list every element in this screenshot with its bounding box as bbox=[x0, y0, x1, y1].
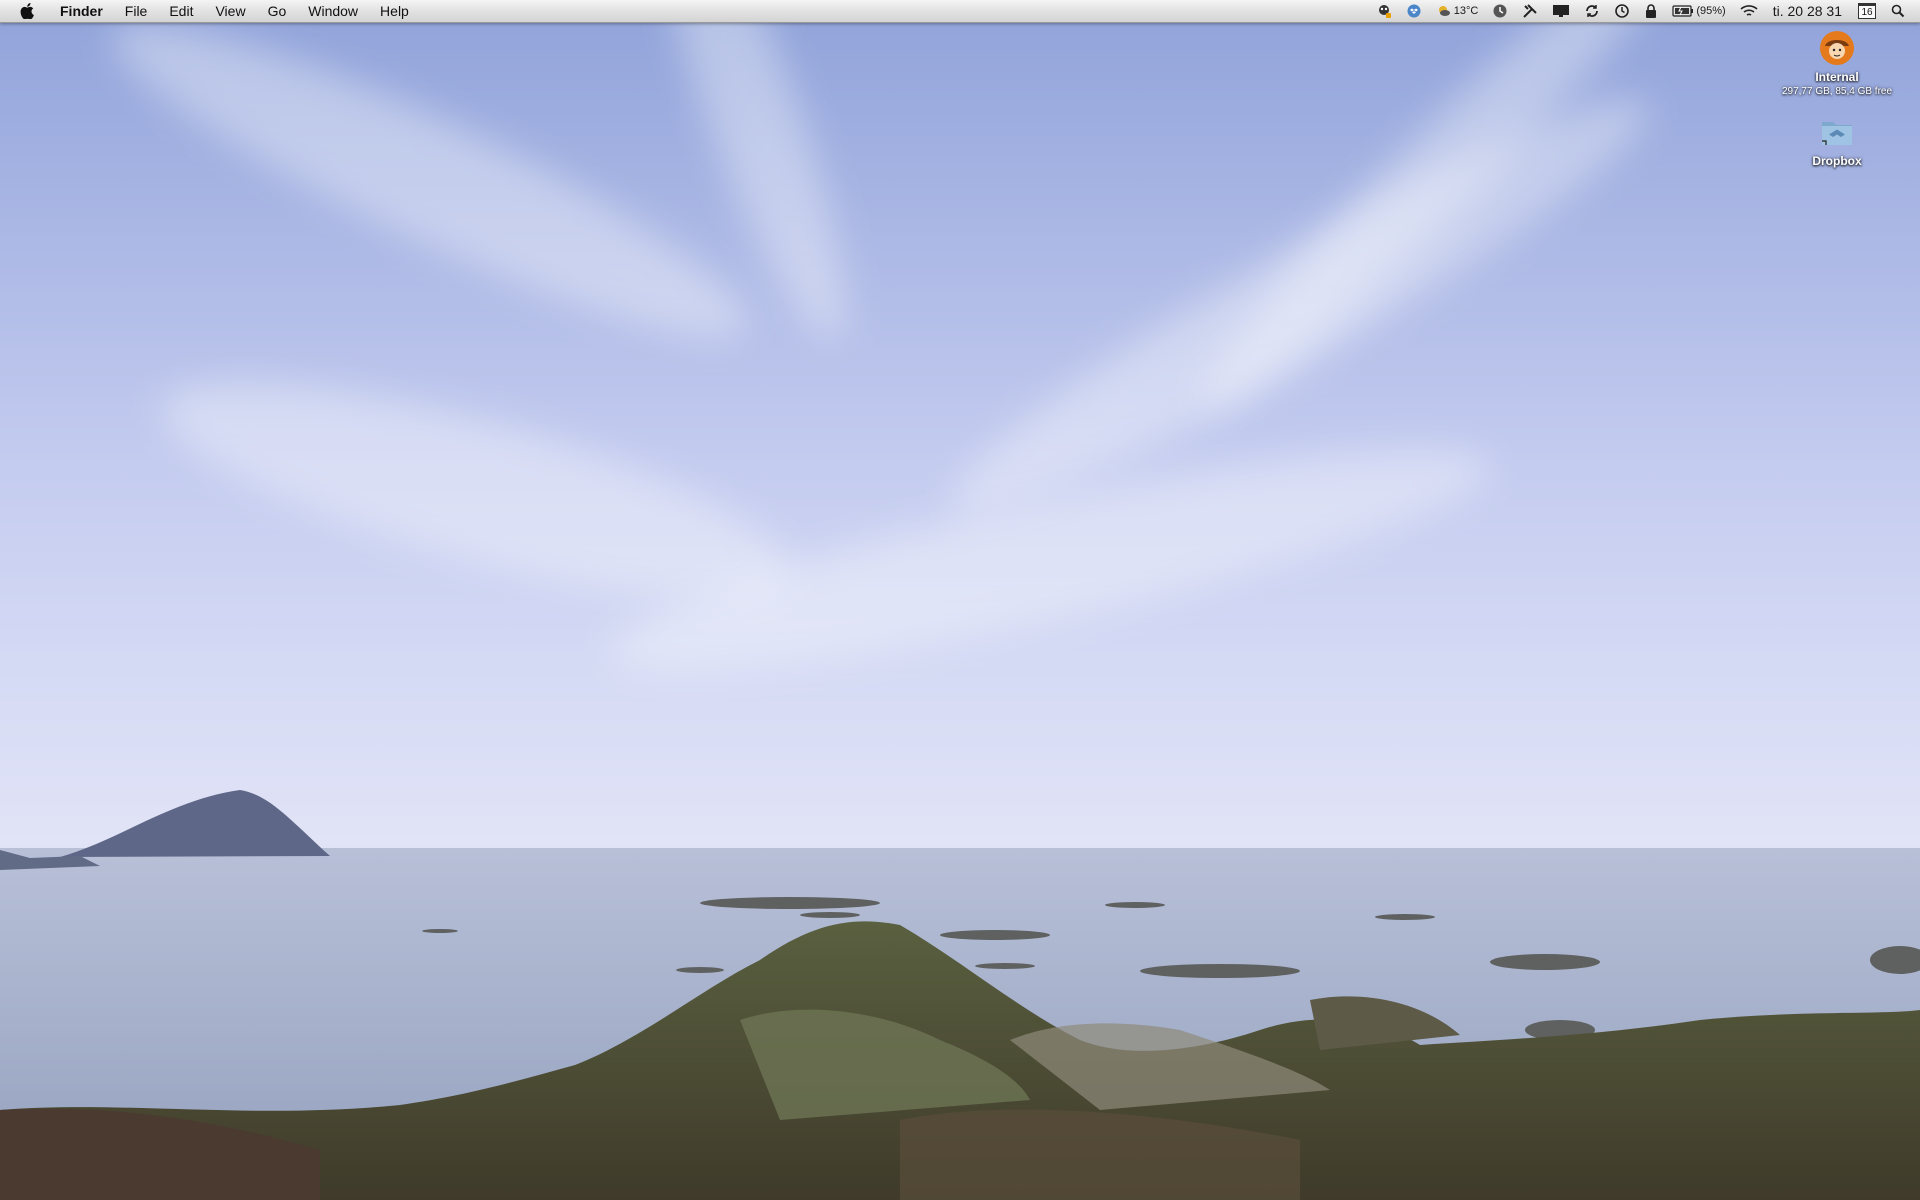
hard-drive-user-icon bbox=[1817, 28, 1857, 68]
lock-icon[interactable] bbox=[1644, 0, 1658, 22]
battery-status[interactable]: (95%) bbox=[1672, 0, 1726, 22]
dropbox-status-icon[interactable] bbox=[1406, 0, 1422, 22]
clock-label[interactable]: ti. 20 28 31 bbox=[1773, 0, 1842, 22]
dropbox-folder-icon bbox=[1817, 112, 1857, 152]
sync-icon[interactable] bbox=[1584, 0, 1600, 22]
menu-bar: Finder File Edit View Go Window Help 13°… bbox=[0, 0, 1920, 23]
adium-status-icon[interactable] bbox=[1376, 0, 1392, 22]
menu-window[interactable]: Window bbox=[297, 0, 369, 22]
calendar-icon[interactable]: 16 bbox=[1858, 3, 1876, 19]
desktop-icon-label: Internal bbox=[1815, 70, 1859, 84]
menu-view[interactable]: View bbox=[204, 0, 256, 22]
desktop-icon-label: Dropbox bbox=[1812, 154, 1862, 168]
desktop: Finder File Edit View Go Window Help 13°… bbox=[0, 0, 1920, 1200]
desktop-icon-info: 297,77 GB, 85,4 GB free bbox=[1781, 86, 1893, 97]
temperature-label: 13°C bbox=[1453, 5, 1479, 17]
menu-edit[interactable]: Edit bbox=[158, 0, 204, 22]
desktop-icon-dropbox[interactable]: Dropbox bbox=[1767, 112, 1907, 168]
weather-status[interactable]: 13°C bbox=[1436, 0, 1479, 22]
tools-icon[interactable] bbox=[1522, 0, 1538, 22]
activity-status-icon[interactable] bbox=[1492, 0, 1508, 22]
wifi-icon[interactable] bbox=[1740, 0, 1758, 22]
display-icon[interactable] bbox=[1552, 0, 1570, 22]
spotlight-search-icon[interactable] bbox=[1891, 0, 1905, 22]
menu-go[interactable]: Go bbox=[257, 0, 298, 22]
menu-app-finder[interactable]: Finder bbox=[56, 0, 114, 22]
menu-help[interactable]: Help bbox=[369, 0, 420, 22]
time-machine-icon[interactable] bbox=[1614, 0, 1630, 22]
menu-file[interactable]: File bbox=[114, 0, 159, 22]
battery-percent-label: (95%) bbox=[1696, 5, 1726, 17]
apple-menu-icon[interactable] bbox=[16, 0, 38, 22]
desktop-icon-internal[interactable]: Internal 297,77 GB, 85,4 GB free bbox=[1767, 28, 1907, 97]
wallpaper-landscape bbox=[0, 790, 1920, 1200]
